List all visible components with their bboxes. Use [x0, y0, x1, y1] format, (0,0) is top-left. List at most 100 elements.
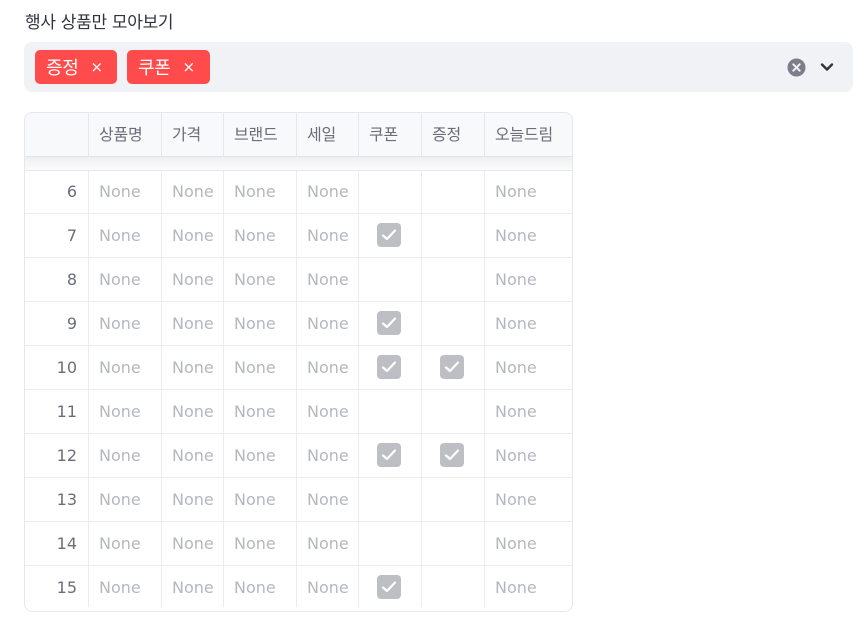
cell-coupon[interactable]: [359, 170, 422, 213]
cell-sale[interactable]: None: [297, 478, 359, 521]
checked-checkbox-icon[interactable]: [377, 355, 401, 379]
cell-sale[interactable]: None: [297, 258, 359, 301]
cell-gift[interactable]: [422, 302, 485, 345]
column-header-today-delivery[interactable]: 오늘드림: [485, 113, 572, 156]
checked-checkbox-icon[interactable]: [440, 443, 464, 467]
cell-price[interactable]: None: [162, 346, 224, 389]
cell-product-name[interactable]: None: [89, 566, 162, 609]
clear-all-icon[interactable]: [787, 58, 806, 77]
table-row[interactable]: 11 None None None None None: [25, 390, 572, 434]
cell-coupon[interactable]: [359, 214, 422, 257]
cell-coupon[interactable]: [359, 346, 422, 389]
column-header-product-name[interactable]: 상품명: [89, 113, 162, 156]
table-row[interactable]: 9 None None None None None: [25, 302, 572, 346]
chevron-down-icon[interactable]: [818, 58, 836, 76]
cell-sale[interactable]: None: [297, 522, 359, 565]
row-index[interactable]: 8: [25, 258, 89, 301]
cell-brand[interactable]: None: [224, 478, 297, 521]
cell-product-name[interactable]: None: [89, 434, 162, 477]
event-filter-multiselect[interactable]: 증정 × 쿠폰 ×: [24, 42, 853, 92]
cell-coupon[interactable]: [359, 390, 422, 433]
cell-brand[interactable]: None: [224, 302, 297, 345]
cell-price[interactable]: None: [162, 170, 224, 213]
cell-gift[interactable]: [422, 566, 485, 609]
cell-gift[interactable]: [422, 170, 485, 213]
table-row[interactable]: 7 None None None None None: [25, 214, 572, 258]
cell-coupon[interactable]: [359, 478, 422, 521]
cell-coupon[interactable]: [359, 522, 422, 565]
table-row[interactable]: 15 None None None None None: [25, 566, 572, 610]
row-index[interactable]: 10: [25, 346, 89, 389]
cell-sale[interactable]: None: [297, 214, 359, 257]
cell-gift[interactable]: [422, 214, 485, 257]
cell-today-delivery[interactable]: None: [485, 434, 572, 477]
column-header-price[interactable]: 가격: [162, 113, 224, 156]
cell-product-name[interactable]: None: [89, 478, 162, 521]
column-header-coupon[interactable]: 쿠폰: [359, 113, 422, 156]
cell-today-delivery[interactable]: None: [485, 214, 572, 257]
cell-price[interactable]: None: [162, 302, 224, 345]
cell-today-delivery[interactable]: None: [485, 170, 572, 213]
cell-price[interactable]: None: [162, 214, 224, 257]
cell-brand[interactable]: None: [224, 258, 297, 301]
cell-today-delivery[interactable]: None: [485, 390, 572, 433]
row-index[interactable]: 14: [25, 522, 89, 565]
cell-gift[interactable]: [422, 258, 485, 301]
table-row[interactable]: 14 None None None None None: [25, 522, 572, 566]
cell-product-name[interactable]: None: [89, 522, 162, 565]
cell-today-delivery[interactable]: None: [485, 522, 572, 565]
table-row[interactable]: 10 None None None None None: [25, 346, 572, 390]
cell-gift[interactable]: [422, 434, 485, 477]
cell-coupon[interactable]: [359, 566, 422, 609]
table-row[interactable]: 12 None None None None None: [25, 434, 572, 478]
row-index[interactable]: 15: [25, 566, 89, 609]
column-header-brand[interactable]: 브랜드: [224, 113, 297, 156]
cell-product-name[interactable]: None: [89, 346, 162, 389]
row-index[interactable]: 13: [25, 478, 89, 521]
cell-gift[interactable]: [422, 346, 485, 389]
checked-checkbox-icon[interactable]: [440, 355, 464, 379]
cell-gift[interactable]: [422, 390, 485, 433]
chip-remove-icon[interactable]: ×: [91, 59, 104, 75]
cell-sale[interactable]: None: [297, 566, 359, 609]
row-index[interactable]: 11: [25, 390, 89, 433]
row-index[interactable]: 7: [25, 214, 89, 257]
checked-checkbox-icon[interactable]: [377, 311, 401, 335]
cell-today-delivery[interactable]: None: [485, 346, 572, 389]
cell-product-name[interactable]: None: [89, 390, 162, 433]
row-index[interactable]: 9: [25, 302, 89, 345]
cell-sale[interactable]: None: [297, 302, 359, 345]
row-index[interactable]: 6: [25, 170, 89, 213]
cell-brand[interactable]: None: [224, 170, 297, 213]
cell-sale[interactable]: None: [297, 390, 359, 433]
cell-today-delivery[interactable]: None: [485, 478, 572, 521]
table-row[interactable]: 8 None None None None None: [25, 258, 572, 302]
product-table[interactable]: 상품명 가격 브랜드 세일 쿠폰 증정 오늘드림 6 None None None No…: [24, 112, 573, 612]
table-row[interactable]: 13 None None None None None: [25, 478, 572, 522]
cell-today-delivery[interactable]: None: [485, 302, 572, 345]
cell-today-delivery[interactable]: None: [485, 258, 572, 301]
cell-sale[interactable]: None: [297, 346, 359, 389]
column-header-sale[interactable]: 세일: [297, 113, 359, 156]
cell-coupon[interactable]: [359, 434, 422, 477]
cell-coupon[interactable]: [359, 258, 422, 301]
checked-checkbox-icon[interactable]: [377, 223, 401, 247]
cell-coupon[interactable]: [359, 302, 422, 345]
cell-price[interactable]: None: [162, 258, 224, 301]
checked-checkbox-icon[interactable]: [377, 575, 401, 599]
cell-price[interactable]: None: [162, 434, 224, 477]
cell-product-name[interactable]: None: [89, 214, 162, 257]
checked-checkbox-icon[interactable]: [377, 443, 401, 467]
table-row[interactable]: 6 None None None None None: [25, 170, 572, 214]
column-header-index[interactable]: [25, 113, 89, 156]
cell-brand[interactable]: None: [224, 566, 297, 609]
row-index[interactable]: 12: [25, 434, 89, 477]
cell-today-delivery[interactable]: None: [485, 566, 572, 609]
chip-remove-icon[interactable]: ×: [183, 59, 196, 75]
cell-product-name[interactable]: None: [89, 170, 162, 213]
cell-brand[interactable]: None: [224, 390, 297, 433]
cell-product-name[interactable]: None: [89, 302, 162, 345]
cell-price[interactable]: None: [162, 566, 224, 609]
cell-price[interactable]: None: [162, 390, 224, 433]
cell-gift[interactable]: [422, 522, 485, 565]
